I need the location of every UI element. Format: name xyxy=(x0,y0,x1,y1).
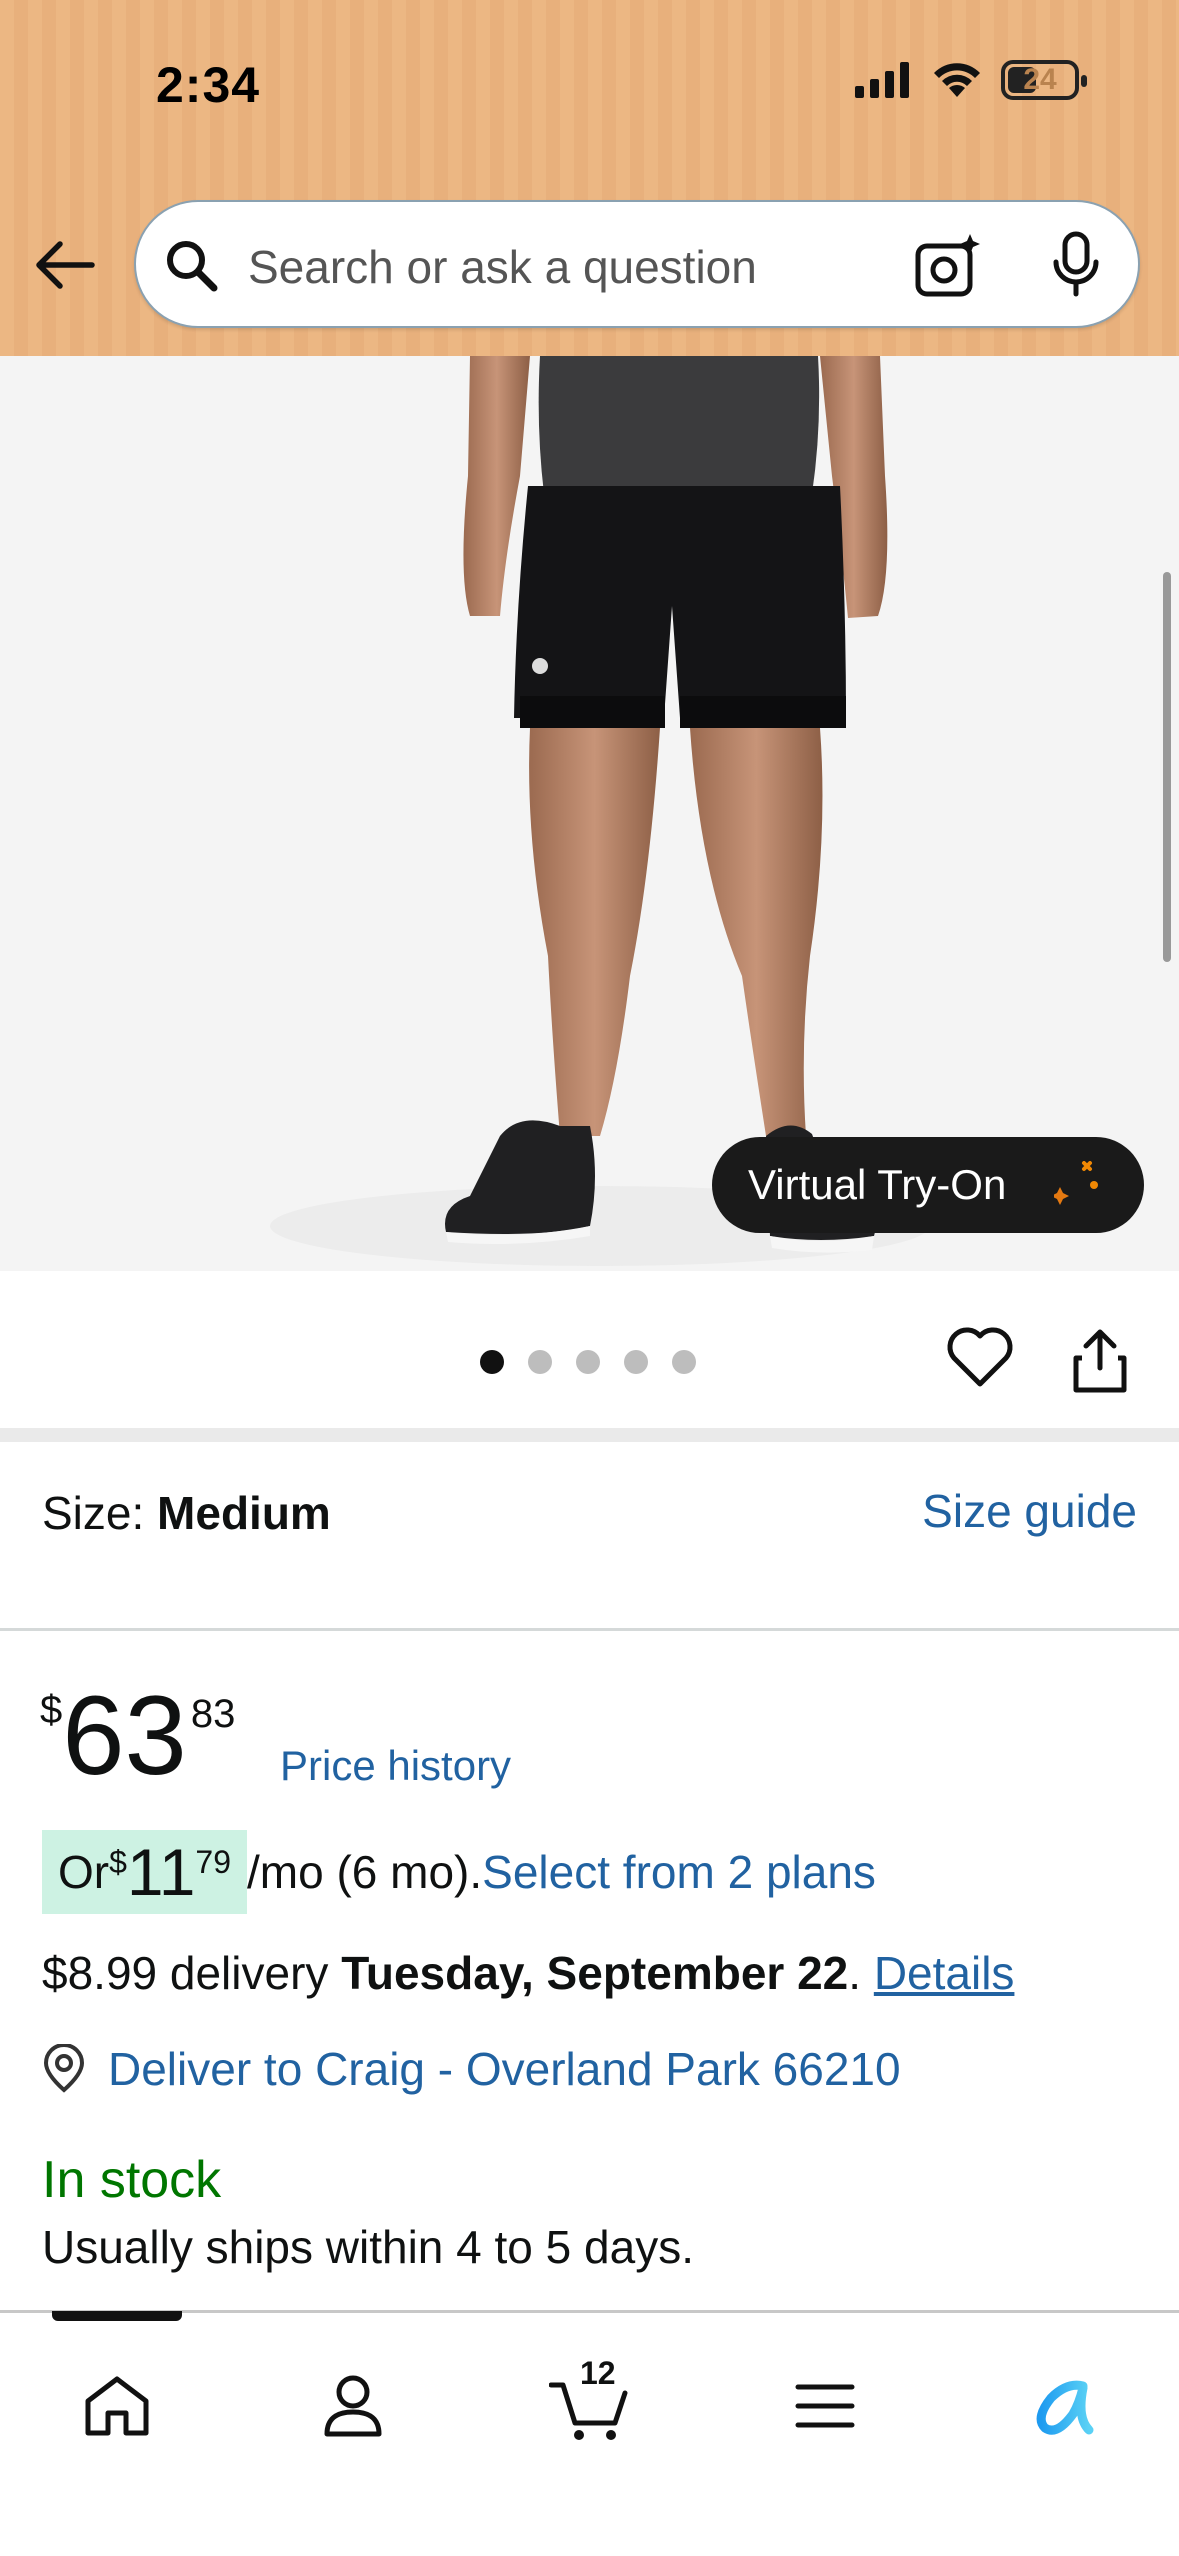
installment-prefix: Or xyxy=(58,1846,110,1898)
product-image[interactable] xyxy=(0,356,1179,1271)
status-icons: 24 xyxy=(855,60,1087,100)
account-icon xyxy=(324,2375,382,2437)
price-whole: 63 xyxy=(62,1673,187,1798)
price: $ 63 83 xyxy=(40,1680,235,1792)
deliver-to-link[interactable]: Deliver to Craig - Overland Park 66210 xyxy=(42,2042,901,2096)
shipping-note: Usually ships within 4 to 5 days. xyxy=(42,2221,694,2273)
installment-offer: Or $ 11 79 /mo (6 mo). Select from 2 pla… xyxy=(42,1830,876,1914)
stock-status: In stock xyxy=(42,2151,222,2209)
battery-icon: 24 xyxy=(1001,60,1087,100)
deliver-to-text: Deliver to Craig - Overland Park 66210 xyxy=(108,2043,901,2095)
search-input[interactable]: Search or ask a question xyxy=(248,240,757,294)
wifi-icon xyxy=(934,63,980,97)
camera-search-icon[interactable] xyxy=(912,232,982,302)
size-selector[interactable]: Size: Medium xyxy=(42,1486,331,1540)
rufus-assistant-icon xyxy=(1036,2380,1094,2435)
back-button[interactable] xyxy=(30,225,100,305)
location-pin-icon xyxy=(43,2044,85,2093)
installment-whole: 11 xyxy=(126,1835,196,1909)
active-tab-indicator xyxy=(52,2311,182,2321)
price-fraction: 83 xyxy=(190,1692,236,1736)
search-bar[interactable]: Search or ask a question xyxy=(134,200,1140,328)
delivery-date: Tuesday, September 22 xyxy=(341,1947,849,1999)
carousel-dot[interactable] xyxy=(528,1350,552,1374)
size-value: Medium xyxy=(157,1487,331,1539)
bottom-navigation: 12 xyxy=(0,2310,1179,2556)
battery-level: 24 xyxy=(1023,63,1057,96)
microphone-icon[interactable] xyxy=(1048,230,1104,302)
heart-icon[interactable] xyxy=(946,1326,1014,1390)
divider xyxy=(0,1628,1179,1631)
installment-highlight: Or $ 11 79 xyxy=(42,1830,248,1914)
app-header: 2:34 24 Search or ask a question xyxy=(0,0,1179,356)
shorts-model-illustration xyxy=(0,356,1179,1271)
share-icon[interactable] xyxy=(1068,1326,1132,1396)
price-history-link[interactable]: Price history xyxy=(280,1742,511,1790)
nav-cart[interactable]: 12 xyxy=(544,2355,634,2451)
carousel-dot[interactable] xyxy=(624,1350,648,1374)
select-plans-link[interactable]: Select from 2 plans xyxy=(482,1845,876,1899)
virtual-try-on-button[interactable]: Virtual Try-On xyxy=(712,1137,1144,1233)
nav-account[interactable] xyxy=(308,2361,398,2451)
nav-menu[interactable] xyxy=(780,2361,870,2451)
delivery-fee: $8.99 delivery xyxy=(42,1947,342,1999)
installment-symbol: $ xyxy=(109,1844,127,1880)
carousel-dot[interactable] xyxy=(576,1350,600,1374)
home-icon xyxy=(85,2376,149,2436)
cart-count: 12 xyxy=(580,2355,616,2391)
menu-icon xyxy=(795,2384,855,2428)
installment-fraction: 79 xyxy=(195,1844,232,1880)
carousel-dot[interactable] xyxy=(480,1350,504,1374)
delivery-info: $8.99 delivery Tuesday, September 22. De… xyxy=(42,1946,1014,2000)
nav-rufus[interactable] xyxy=(1014,2361,1104,2451)
installment-term: /mo (6 mo). xyxy=(247,1846,483,1898)
section-divider xyxy=(0,1428,1179,1442)
search-icon xyxy=(167,241,218,292)
delivery-details-link[interactable]: Details xyxy=(874,1947,1015,1999)
scroll-indicator xyxy=(1163,572,1171,962)
delivery-period: . xyxy=(848,1947,874,1999)
virtual-try-on-label: Virtual Try-On xyxy=(748,1161,1007,1208)
carousel-dot[interactable] xyxy=(672,1350,696,1374)
signal-icon xyxy=(855,62,909,98)
sparkle-icon xyxy=(1054,1161,1098,1205)
status-time: 2:34 xyxy=(156,57,261,113)
image-carousel-dots[interactable] xyxy=(480,1350,696,1374)
size-guide-link[interactable]: Size guide xyxy=(922,1484,1137,1538)
back-arrow-icon xyxy=(36,241,95,289)
nav-home[interactable] xyxy=(72,2361,162,2451)
price-symbol: $ xyxy=(40,1688,63,1732)
size-label: Size: xyxy=(42,1487,158,1539)
